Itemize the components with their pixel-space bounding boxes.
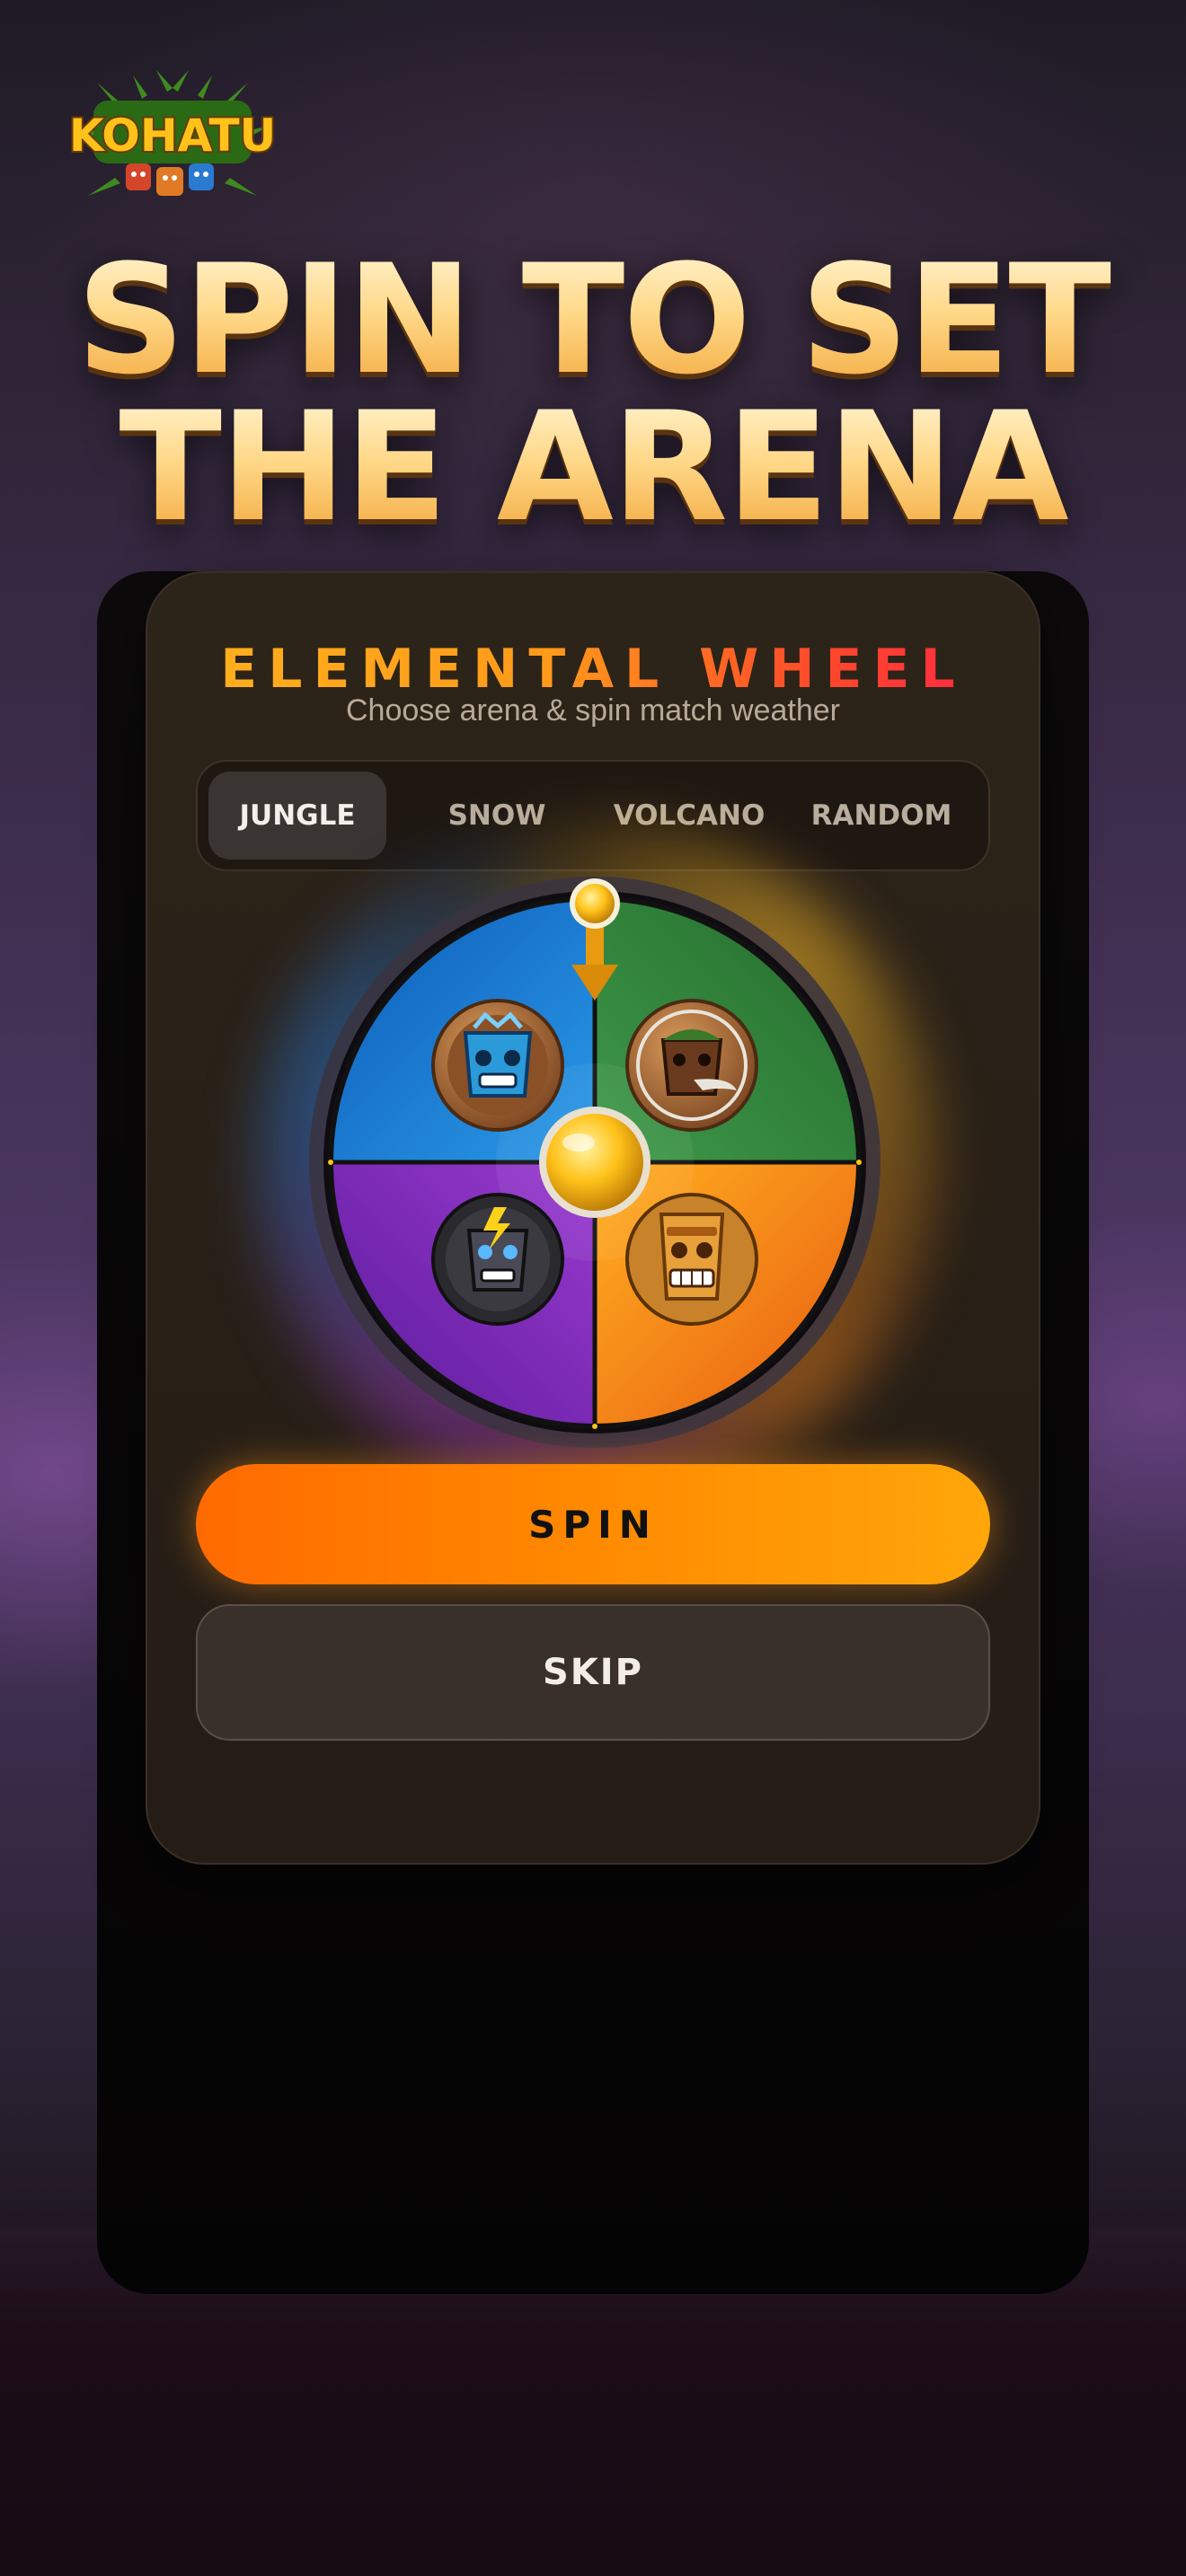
lightning-tiki-mask-icon (431, 1193, 564, 1326)
elemental-wheel[interactable] (253, 821, 936, 1504)
tab-jungle[interactable]: JUNGLE (208, 772, 386, 860)
panel-subtitle: Choose arena & spin match weather (346, 693, 840, 728)
kohatu-logo: KOHATU (70, 70, 275, 196)
golden-tiki-mask-icon (625, 1193, 758, 1326)
headline-line-1: SPIN TO SET (0, 244, 1186, 395)
wind-tiki-mask-icon (625, 999, 758, 1132)
gold-hub-icon (539, 1107, 651, 1218)
elemental-wheel-panel: ELEMENTAL WHEEL Choose arena & spin matc… (146, 571, 1040, 1865)
blue-tiki-mask-icon (431, 999, 564, 1132)
logo-wordmark: KOHATU (70, 110, 275, 162)
panel-title: ELEMENTAL WHEEL (147, 638, 1039, 701)
skip-button[interactable]: SKIP (196, 1604, 990, 1741)
headline-line-2: THE ARENA (0, 392, 1186, 543)
tab-random[interactable]: RANDOM (785, 772, 978, 860)
spin-button[interactable]: SPIN (196, 1464, 990, 1584)
wheel-graphic (309, 877, 881, 1448)
